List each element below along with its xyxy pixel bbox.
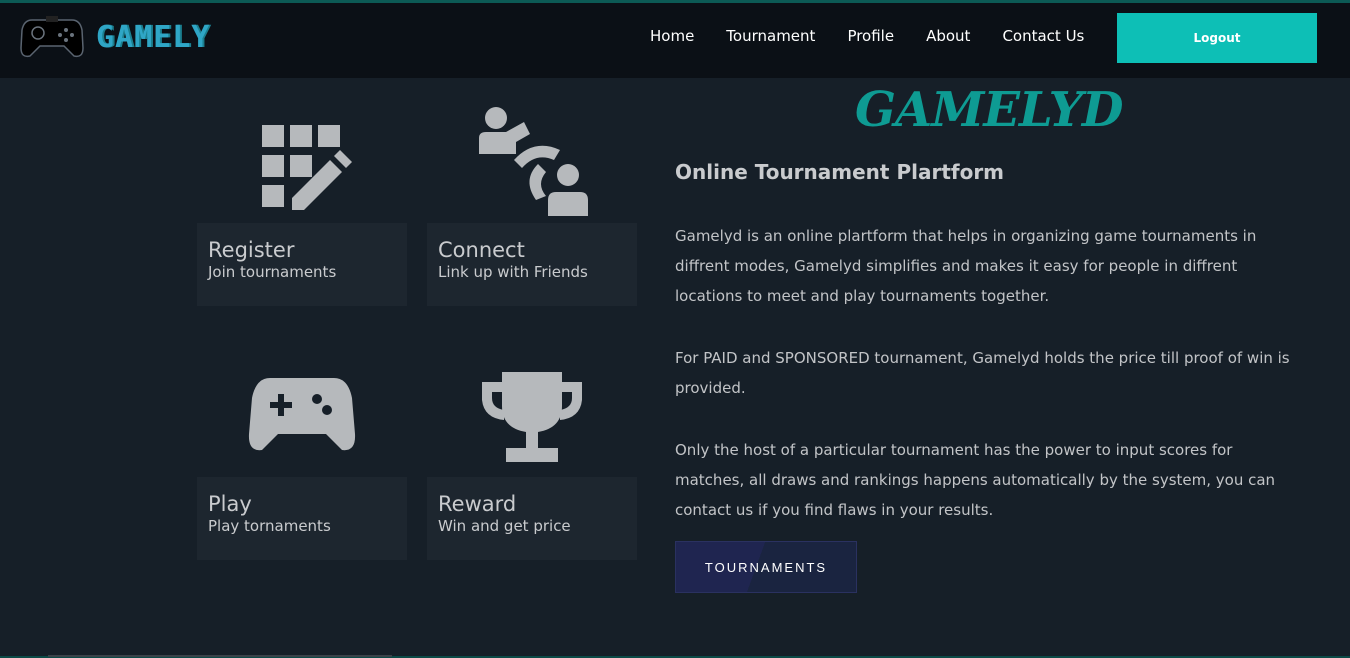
- brand-title: GAMELYD: [855, 82, 1124, 138]
- logo[interactable]: GAMELY: [20, 14, 210, 60]
- feature-subtitle: Win and get price: [438, 517, 571, 535]
- tournaments-button[interactable]: TOURNAMENTS: [675, 541, 857, 593]
- horizontal-scrollbar[interactable]: [48, 655, 392, 657]
- page-subtitle: Online Tournament Plartform: [675, 160, 1005, 184]
- paid-info-paragraph: For PAID and SPONSORED tournament, Gamel…: [675, 349, 1290, 397]
- feature-title: Reward: [438, 492, 517, 516]
- logout-button[interactable]: Logout: [1117, 13, 1317, 63]
- main-nav: Home Tournament Profile About Contact Us: [650, 27, 1084, 45]
- gamepad-logo-icon: [20, 16, 84, 58]
- feature-subtitle: Link up with Friends: [438, 263, 588, 281]
- description-paragraph: Gamelyd is an online plartform that help…: [675, 227, 1257, 305]
- register-grid-pencil-icon: [197, 100, 407, 220]
- feature-title: Connect: [438, 238, 525, 262]
- nav-tournament[interactable]: Tournament: [726, 27, 815, 45]
- feature-subtitle: Join tournaments: [208, 263, 337, 281]
- feature-subtitle: Play tornaments: [208, 517, 331, 535]
- feature-title: Register: [208, 238, 295, 262]
- nav-home[interactable]: Home: [650, 27, 694, 45]
- nav-profile[interactable]: Profile: [847, 27, 894, 45]
- feature-play: Play Play tornaments: [197, 354, 407, 560]
- logo-text: GAMELY: [96, 19, 211, 55]
- feature-reward: Reward Win and get price: [427, 354, 637, 560]
- nav-contact-us[interactable]: Contact Us: [1002, 27, 1084, 45]
- host-info-paragraph: Only the host of a particular tournament…: [675, 441, 1276, 519]
- connect-users-icon: [427, 100, 637, 220]
- feature-card-register[interactable]: Register Join tournaments: [197, 223, 407, 306]
- feature-card-reward[interactable]: Reward Win and get price: [427, 477, 637, 560]
- feature-card-play[interactable]: Play Play tornaments: [197, 477, 407, 560]
- navbar: GAMELY Home Tournament Profile About Con…: [0, 3, 1350, 78]
- feature-connect: Connect Link up with Friends: [427, 100, 637, 306]
- gamepad-icon: [197, 354, 407, 474]
- nav-about[interactable]: About: [926, 27, 970, 45]
- feature-title: Play: [208, 492, 252, 516]
- feature-register: Register Join tournaments: [197, 100, 407, 306]
- trophy-icon: [427, 354, 637, 474]
- feature-card-connect[interactable]: Connect Link up with Friends: [427, 223, 637, 306]
